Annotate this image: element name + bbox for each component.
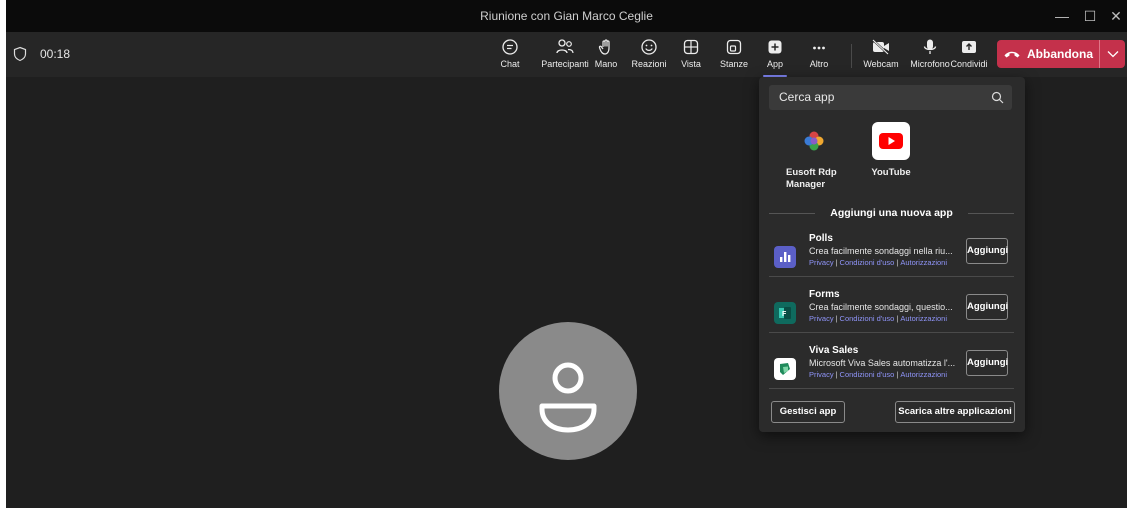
- chat-button[interactable]: Chat: [488, 36, 532, 74]
- pinned-app-name: YouTube: [871, 167, 911, 178]
- section-line-right: [968, 213, 1014, 214]
- search-icon: [991, 91, 1004, 104]
- apps-flyout-panel: Cerca app Eusoft Rdp Manager YouTube Agg…: [759, 77, 1025, 432]
- terms-link[interactable]: Condizioni d'uso: [840, 258, 895, 267]
- add-app-button[interactable]: Aggiungi: [966, 238, 1008, 264]
- app-name: Forms: [809, 289, 840, 300]
- privacy-link[interactable]: Privacy: [809, 370, 834, 379]
- permissions-link[interactable]: Autorizzazioni: [900, 370, 947, 379]
- manage-apps-button[interactable]: Gestisci app: [771, 401, 845, 423]
- app-separator: [769, 332, 1014, 333]
- leave-button[interactable]: Abbandona: [997, 40, 1099, 68]
- reactions-label: Reazioni: [631, 59, 667, 69]
- pinned-app-eusoft[interactable]: Eusoft Rdp Manager: [774, 122, 854, 191]
- breakout-rooms-button[interactable]: Stanze: [712, 36, 756, 74]
- app-search-input[interactable]: Cerca app: [769, 85, 1012, 110]
- add-app-icon: [768, 40, 782, 54]
- apps-label: App: [766, 59, 783, 69]
- privacy-link[interactable]: Privacy: [809, 314, 834, 323]
- meeting-toolbar: 00:18 Chat Partecipanti Mano Reazioni Vi…: [6, 32, 1127, 77]
- share-button[interactable]: Condividi: [946, 36, 992, 74]
- polls-icon: [774, 246, 796, 268]
- add-app-button[interactable]: Aggiungi: [966, 350, 1008, 376]
- webcam-label: Webcam: [863, 59, 899, 69]
- privacy-link[interactable]: Privacy: [809, 258, 834, 267]
- person-icon: [539, 362, 597, 433]
- app-links: Privacy | Condizioni d'uso | Autorizzazioni: [809, 370, 948, 379]
- shield-icon: [13, 46, 27, 62]
- eusoft-logo-icon: [795, 122, 833, 160]
- app-description: Crea facilmente sondaggi nella riu...: [809, 246, 953, 256]
- hand-icon: [598, 39, 610, 55]
- close-icon[interactable]: ✕: [1105, 0, 1127, 32]
- maximize-icon[interactable]: ☐: [1079, 0, 1101, 32]
- leave-label: Abbandona: [1027, 47, 1093, 61]
- pinned-app-youtube[interactable]: YouTube: [851, 122, 931, 179]
- app-separator: [769, 276, 1014, 277]
- view-button[interactable]: Vista: [669, 36, 713, 74]
- app-links: Privacy | Condizioni d'uso | Autorizzazioni: [809, 258, 948, 267]
- grid-icon: [683, 39, 699, 55]
- add-app-button[interactable]: Aggiungi: [966, 294, 1008, 320]
- svg-text:F: F: [782, 311, 787, 318]
- window-title: Riunione con Gian Marco Ceglie: [480, 9, 653, 23]
- reactions-button[interactable]: Reazioni: [627, 36, 671, 74]
- pinned-app-name: Eusoft Rdp Manager: [786, 167, 837, 190]
- smiley-icon: [641, 39, 657, 55]
- terms-link[interactable]: Condizioni d'uso: [840, 370, 895, 379]
- minimize-icon[interactable]: —: [1051, 0, 1073, 32]
- youtube-logo-icon: [872, 122, 910, 160]
- app-name: Viva Sales: [809, 345, 859, 356]
- forms-icon: F: [774, 302, 796, 324]
- chevron-down-icon: [1107, 51, 1118, 58]
- permissions-link[interactable]: Autorizzazioni: [900, 258, 947, 267]
- meeting-timer: 00:18: [40, 47, 71, 61]
- app-search-placeholder: Cerca app: [779, 90, 835, 104]
- viva-sales-icon: [774, 358, 796, 380]
- share-icon: [962, 41, 976, 53]
- chat-label: Chat: [500, 59, 520, 69]
- participant-avatar: [499, 322, 637, 460]
- chat-icon: [502, 39, 518, 55]
- terms-link[interactable]: Condizioni d'uso: [840, 314, 895, 323]
- app-description: Crea facilmente sondaggi, questio...: [809, 302, 953, 312]
- leave-options-dropdown[interactable]: [1100, 40, 1125, 68]
- share-label: Condividi: [950, 59, 988, 69]
- webcam-button[interactable]: Webcam: [859, 36, 903, 74]
- more-button[interactable]: Altro: [797, 36, 841, 74]
- people-icon: [556, 39, 574, 54]
- title-bar: Riunione con Gian Marco Ceglie — ☐ ✕: [6, 0, 1127, 32]
- app-description: Microsoft Viva Sales automatizza l'...: [809, 358, 956, 368]
- raise-hand-button[interactable]: Mano: [584, 36, 628, 74]
- get-more-apps-button[interactable]: Scarica altre applicazioni: [895, 401, 1015, 423]
- view-label: Vista: [681, 59, 701, 69]
- more-label: Altro: [809, 59, 829, 69]
- rooms-label: Stanze: [719, 59, 749, 69]
- teams-meeting-window: Riunione con Gian Marco Ceglie — ☐ ✕ 00:…: [6, 0, 1127, 508]
- permissions-link[interactable]: Autorizzazioni: [900, 314, 947, 323]
- apps-button[interactable]: App: [753, 36, 797, 77]
- hand-label: Mano: [594, 59, 618, 69]
- toolbar-separator: [851, 44, 852, 68]
- app-links: Privacy | Condizioni d'uso | Autorizzazioni: [809, 314, 948, 323]
- phone-hangup-icon: [1004, 51, 1020, 58]
- leave-control: Abbandona: [997, 40, 1125, 68]
- section-header: Aggiungi una nuova app: [769, 207, 1014, 219]
- app-name: Polls: [809, 233, 833, 244]
- camera-off-icon: [872, 39, 889, 55]
- more-icon: [813, 46, 825, 50]
- microphone-icon: [923, 39, 937, 54]
- app-separator: [769, 388, 1014, 389]
- rooms-icon: [726, 39, 742, 55]
